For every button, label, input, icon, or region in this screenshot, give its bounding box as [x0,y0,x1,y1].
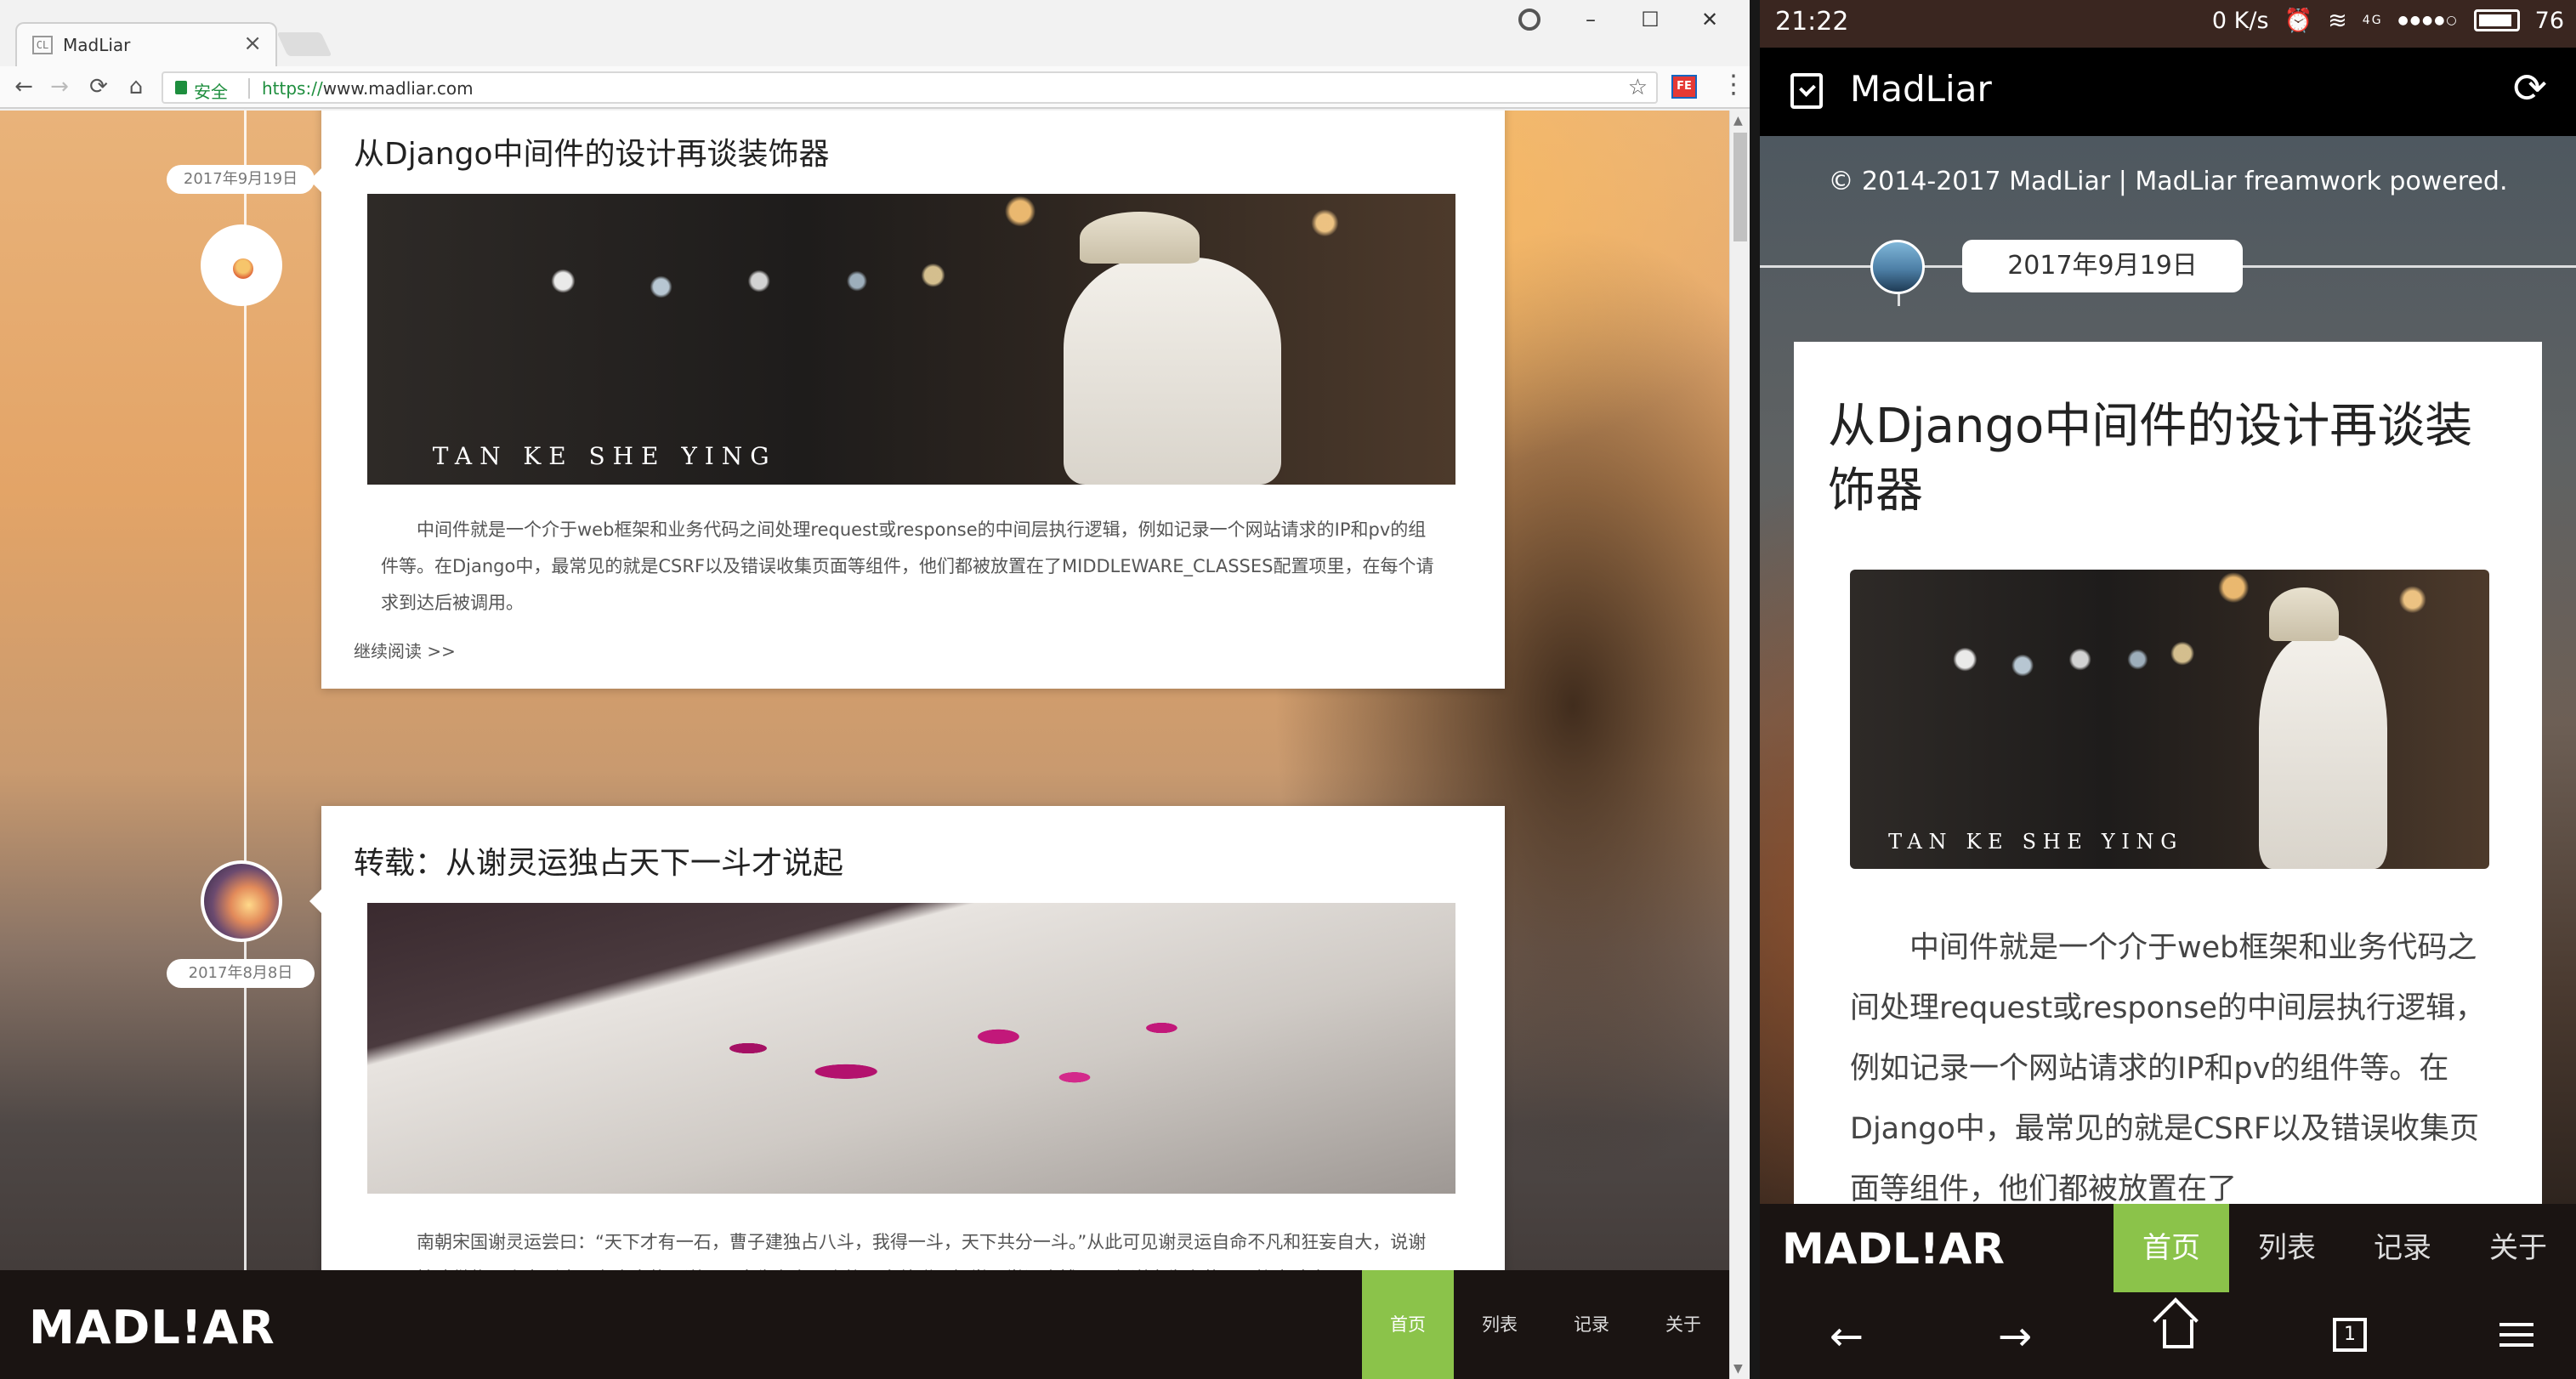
mobile-page-viewport: © 2014-2017 MadLiar | MadLiar freamwork … [1760,136,2576,1204]
url-text[interactable]: https://www.madliar.com [262,78,474,99]
image-hat [1080,211,1200,264]
back-icon[interactable]: ← [1813,1311,1881,1362]
site-logo[interactable]: MADL!AR [1782,1224,2005,1274]
browser-menu-icon[interactable]: ⋮ [1721,70,1746,99]
desktop-browser-window: CL MadLiar × – ☐ ✕ ← → ⟳ ⌂ 安全 https://ww… [0,0,1750,1379]
back-icon[interactable]: ← [9,71,39,102]
reload-icon[interactable]: ⟳ [83,71,114,102]
post-date: 2017年8月8日 [167,959,315,988]
image-figure [1064,258,1282,485]
site-footer: MADL!AR 首页 列表 记录 关于 [0,1270,1729,1379]
nav-records[interactable]: 记录 [2345,1204,2460,1292]
app-title: MadLiar [1850,68,1992,110]
address-separator [248,78,250,99]
footer-nav: 首页 列表 记录 关于 [1362,1270,1729,1379]
address-bar[interactable]: 安全 https://www.madliar.com ☆ [162,71,1658,104]
nav-records[interactable]: 记录 [1546,1270,1637,1379]
post-title[interactable]: 转载：从谢灵运独占天下一斗才说起 [354,838,843,882]
home-icon[interactable] [2144,1311,2212,1362]
post-card: 从Django中间件的设计再谈装饰器 TAN KE SHE YING 中间件就是… [1794,342,2542,1204]
nav-list[interactable]: 列表 [2229,1204,2345,1292]
status-bar: 21:22 0 K/s ⏰ ≋ 4G ●●●●○ 76 [1760,0,2576,48]
tabs-icon[interactable]: 1 [2314,1311,2382,1362]
close-window-button[interactable]: ✕ [1680,0,1739,39]
home-icon[interactable]: ⌂ [121,71,151,102]
post-card: 从Django中间件的设计再谈装饰器 TAN KE SHE YING 中间件就是… [309,111,1505,689]
tab-title: MadLiar [63,35,131,55]
post-avatar [201,224,282,306]
tab-close-icon[interactable]: × [243,31,262,56]
image-hat [2268,587,2340,642]
nav-list[interactable]: 列表 [1454,1270,1546,1379]
menu-lines [2499,1323,2533,1326]
battery-level: 76 [2534,7,2564,34]
post-image[interactable]: TAN KE SHE YING [1850,570,2489,869]
url-host: www.madliar.com [322,78,474,99]
network-type: 4G [2362,14,2383,27]
read-more-link[interactable]: 继续阅读 >> [354,638,456,662]
page-viewport: © 2014-2017 MadLiar | MadLiar freamwork … [0,111,1729,1379]
wifi-icon: ≋ [2328,7,2347,34]
title-bar: CL MadLiar × – ☐ ✕ [0,0,1750,66]
post-avatar [1870,240,1925,294]
maximize-button[interactable]: ☐ [1620,0,1680,39]
profile-icon[interactable] [1518,9,1540,31]
minimize-button[interactable]: – [1561,0,1620,39]
forward-icon[interactable]: → [44,71,75,102]
nav-about[interactable]: 关于 [2460,1204,2576,1292]
bookmark-star-icon[interactable]: ☆ [1628,75,1648,100]
post-date: 2017年9月19日 [1962,240,2243,292]
system-nav-bar: ← → 1 [1760,1292,2576,1379]
copyright-text: © 2014-2017 MadLiar | MadLiar freamwork … [1828,167,2508,196]
menu-icon[interactable] [2482,1311,2550,1362]
image-figure [2259,635,2387,869]
status-icons: 0 K/s ⏰ ≋ 4G ●●●●○ 76 [2211,7,2564,35]
post-image[interactable] [367,903,1455,1194]
footer-nav: 首页 列表 记录 关于 [2114,1204,2576,1292]
browser-toolbar: ← → ⟳ ⌂ 安全 https://www.madliar.com ☆ FE … [0,66,1750,109]
home-shape [2163,1319,2193,1348]
bookmark-shield-icon[interactable] [1790,73,1823,109]
forward-icon[interactable]: → [1981,1311,2049,1362]
post-date: 2017年9月19日 [167,165,315,194]
extension-icon[interactable]: FE [1671,75,1697,99]
scroll-down-icon[interactable]: ▼ [1733,1362,1743,1376]
secure-label: 安全 [194,82,228,102]
nav-home[interactable]: 首页 [2114,1204,2229,1292]
browser-tab[interactable]: CL MadLiar × [15,22,277,66]
avatar-emoji-icon [233,258,253,279]
post-title[interactable]: 从Django中间件的设计再谈装饰器 [354,129,829,173]
post-title[interactable]: 从Django中间件的设计再谈装饰器 [1828,394,2508,524]
site-footer: MADL!AR 首页 列表 记录 关于 [1760,1204,2576,1292]
screen-divider [1750,0,1760,1379]
mobile-screen: 21:22 0 K/s ⏰ ≋ 4G ●●●●○ 76 MadLiar ⟳ © … [1760,0,2576,1379]
url-scheme: https:// [262,78,323,99]
tabs-count: 1 [2333,1318,2367,1352]
network-speed: 0 K/s [2211,7,2269,34]
site-logo[interactable]: MADL!AR [29,1301,275,1354]
lock-icon [175,81,187,94]
image-watermark: TAN KE SHE YING [1888,830,2184,854]
scroll-up-icon[interactable]: ▲ [1733,114,1743,128]
tab-favicon-icon: CL [32,36,53,54]
post-image[interactable]: TAN KE SHE YING [367,194,1455,485]
post-avatar [201,860,282,942]
image-watermark: TAN KE SHE YING [432,441,777,470]
refresh-icon[interactable]: ⟳ [2513,65,2547,112]
post-excerpt: 中间件就是一个介于web框架和业务代码之间处理request或response的… [1850,931,2486,1204]
battery-icon [2473,9,2520,31]
app-bar: MadLiar ⟳ [1760,48,2576,136]
scroll-thumb[interactable] [1733,133,1747,241]
nav-about[interactable]: 关于 [1637,1270,1729,1379]
vertical-scrollbar[interactable]: ▲ ▼ [1729,111,1750,1379]
signal-icon: ●●●●○ [2397,14,2459,27]
nav-home[interactable]: 首页 [1362,1270,1454,1379]
new-tab-button[interactable] [276,32,332,56]
status-time: 21:22 [1775,7,1849,37]
post-excerpt: 中间件就是一个介于web框架和业务代码之间处理request或response的… [381,519,1434,613]
alarm-icon: ⏰ [2284,8,2313,34]
